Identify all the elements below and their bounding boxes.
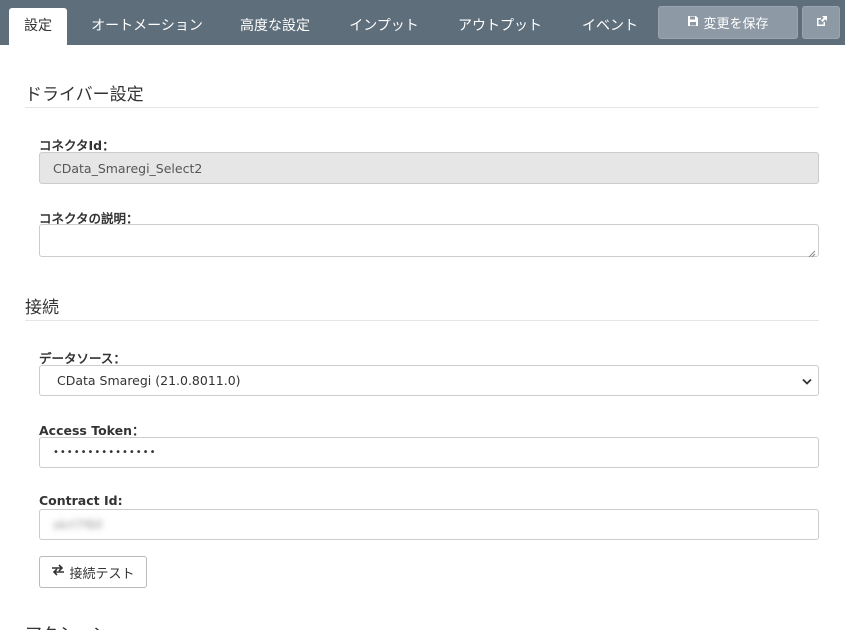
actions-heading: アクション (25, 620, 109, 630)
connection-heading: 接続 (25, 298, 59, 318)
save-changes-label: 変更を保存 (703, 17, 769, 32)
tab-events[interactable]: イベント (568, 8, 652, 45)
save-changes-button[interactable]: 変更を保存 (658, 6, 798, 39)
tab-automation[interactable]: オートメーション (80, 8, 214, 45)
connector-id-field: CData_Smaregi_Select2 (39, 152, 819, 184)
test-connection-label: 接続テスト (69, 566, 135, 582)
datasource-select[interactable]: CData Smaregi (21.0.8011.0) (39, 365, 819, 396)
contract-id-label: Contract Id: (39, 493, 123, 508)
tab-settings[interactable]: 設定 (9, 8, 67, 45)
section-divider (25, 107, 819, 108)
external-link-icon (815, 13, 828, 32)
resize-grip-icon[interactable] (808, 246, 816, 258)
access-token-value: ••••••••••••••• (53, 447, 157, 458)
section-divider (25, 320, 819, 321)
tab-output[interactable]: アウトプット (446, 8, 554, 45)
exchange-arrows-icon (51, 564, 65, 580)
contract-id-value: skrl7f6ll (53, 517, 103, 532)
datasource-value: CData Smaregi (21.0.8011.0) (57, 373, 241, 388)
access-token-field[interactable]: ••••••••••••••• (39, 437, 819, 468)
test-connection-button[interactable]: 接続テスト (39, 556, 147, 588)
tab-input[interactable]: インプット (336, 8, 432, 45)
connector-id-value: CData_Smaregi_Select2 (53, 160, 203, 176)
contract-id-field[interactable]: skrl7f6ll (39, 509, 819, 540)
open-external-button[interactable] (802, 6, 840, 39)
connector-description-field[interactable] (39, 224, 819, 258)
floppy-disk-icon (687, 15, 699, 31)
chevron-down-icon (802, 373, 812, 388)
driver-settings-heading: ドライバー設定 (25, 85, 144, 105)
tab-advanced-settings[interactable]: 高度な設定 (228, 8, 322, 45)
tab-bar: 設定 オートメーション 高度な設定 インプット アウトプット イベント 変更を保… (0, 0, 845, 45)
